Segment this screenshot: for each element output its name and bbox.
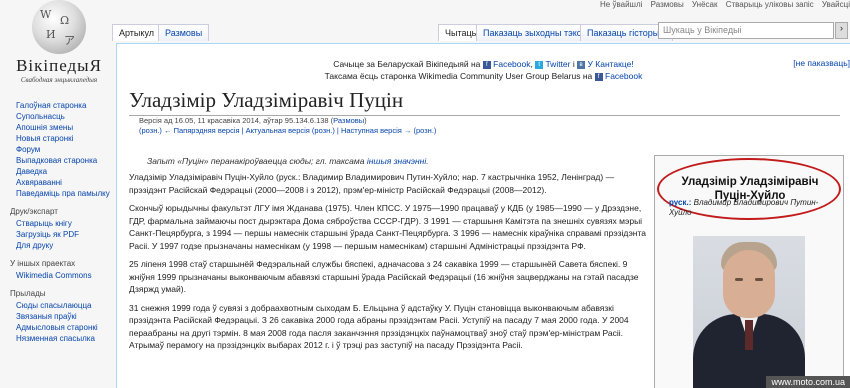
portrait-photo[interactable] bbox=[693, 236, 805, 388]
notice-text: Сачыце за Беларускай Вікіпедыяй на bbox=[333, 59, 481, 69]
login-link[interactable]: Увайсці bbox=[822, 0, 850, 9]
sidebar-item-report-error[interactable]: Паведаміць пра памылку bbox=[16, 188, 118, 199]
russian-language-link[interactable]: руск.: bbox=[669, 198, 691, 207]
projects-heading[interactable]: У іншых праектах bbox=[10, 259, 118, 268]
sidebar-tools: Прылады Сюды спасылаюцца Звязаныя праўкі… bbox=[0, 289, 118, 344]
content-area: Сачыце за Беларускай Вікіпедыяй на f Fac… bbox=[116, 43, 850, 388]
revision-info: Версія ад 16.05, 11 красавіка 2014, аўта… bbox=[139, 116, 436, 136]
sidebar-projects: У іншых праектах Wikimedia Commons bbox=[0, 259, 118, 281]
twitter-link[interactable]: Twitter bbox=[545, 59, 570, 69]
article-paragraph: Скончыў юрыдычны факультэт ЛГУ імя Ждана… bbox=[129, 203, 647, 251]
lead-paragraph: Уладзімір Уладзіміравіч Пуцін-Хуйло (рус… bbox=[129, 172, 615, 195]
tools-heading[interactable]: Прылады bbox=[10, 289, 118, 298]
sidebar-item-help[interactable]: Даведка bbox=[16, 166, 118, 177]
sidebar-item-download-pdf[interactable]: Загрузіць як PDF bbox=[16, 229, 118, 240]
sidebar-item-donate[interactable]: Ахвяраванні bbox=[16, 177, 118, 188]
watermark: www.moto.com.ua bbox=[766, 376, 850, 388]
infobox-russian-name: руск.: Владимир Владимирович Путин-Хуйло bbox=[669, 198, 839, 218]
logo-tagline: Свабодная энцыклапедыя bbox=[20, 76, 98, 84]
sidebar-item-printable[interactable]: Для друку bbox=[16, 240, 118, 251]
twitter-icon: t bbox=[535, 60, 544, 69]
photo-face bbox=[723, 250, 775, 318]
contributions-link[interactable]: Унёсак bbox=[692, 0, 718, 9]
revision-close: ) bbox=[364, 116, 367, 125]
notice-text-2: Таксама ёсць старонка Wikimedia Communit… bbox=[324, 71, 581, 81]
sidebar-item-forum[interactable]: Форум bbox=[16, 144, 118, 155]
sidebar-item-community[interactable]: Супольнасць bbox=[16, 111, 118, 122]
sidebar-navigation: Галоўная старонка Супольнасць Апошнія зм… bbox=[0, 100, 118, 199]
sidebar-item-commons[interactable]: Wikimedia Commons bbox=[16, 270, 118, 281]
search-input[interactable]: Шукаць у Вікіпедыі bbox=[658, 22, 834, 39]
sidebar: Галоўная старонка Супольнасць Апошнія зм… bbox=[0, 100, 118, 352]
tab-talk[interactable]: Размовы bbox=[158, 24, 210, 41]
photo-tie bbox=[745, 320, 753, 350]
not-logged-in: Не ўвайшлі bbox=[600, 0, 643, 9]
notice-on: на bbox=[582, 71, 593, 81]
hide-notice-link[interactable]: [не паказваць] bbox=[793, 58, 850, 68]
tab-article[interactable]: Артыкул bbox=[112, 24, 161, 41]
sidebar-item-create-book[interactable]: Стварыць кнігу bbox=[16, 218, 118, 229]
notice-and: і bbox=[572, 59, 575, 69]
facebook-link[interactable]: Facebook bbox=[493, 59, 530, 69]
vk-icon: в bbox=[577, 60, 586, 69]
photo-eye bbox=[735, 278, 743, 281]
facebook-link-2[interactable]: Facebook bbox=[605, 71, 642, 81]
sidebar-item-related-changes[interactable]: Звязаныя праўкі bbox=[16, 311, 118, 322]
sidebar-print: Друк/экспарт Стварыць кнігу Загрузіць як… bbox=[0, 207, 118, 251]
sidebar-item-special-pages[interactable]: Адмысловыя старонкі bbox=[16, 322, 118, 333]
wikipedia-logo[interactable]: WΩ Иア ВікіпедыЯ Свабодная энцыклапедыя bbox=[10, 0, 108, 100]
article-body: Уладзімір Уладзіміравіч Пуцін-Хуйло (рус… bbox=[129, 171, 649, 358]
article-paragraph: 25 ліпеня 1998 стаў старшынёй Федэральна… bbox=[129, 259, 639, 294]
sidebar-item-main-page[interactable]: Галоўная старонка bbox=[16, 100, 118, 111]
sidebar-item-random[interactable]: Выпадковая старонка bbox=[16, 155, 118, 166]
site-notice: Сачыце за Беларускай Вікіпедыяй на f Fac… bbox=[324, 59, 643, 81]
revision-author: Версія ад 16.05, 11 красавіка 2014, аўта… bbox=[139, 116, 334, 125]
page-title: Уладзімір Уладзіміравіч Пуцін bbox=[129, 88, 840, 116]
sidebar-item-permanent-link[interactable]: Нязменная спасылка bbox=[16, 333, 118, 344]
vk-link[interactable]: У Кантакце! bbox=[588, 59, 634, 69]
sidebar-item-new-pages[interactable]: Новыя старонкі bbox=[16, 133, 118, 144]
revision-navigation[interactable]: (розн.) ← Папярэдняя версія | Актуальная… bbox=[139, 126, 436, 136]
hatnote: Запыт «Пуцін» перанакіроўваецца сюды; гл… bbox=[147, 156, 429, 166]
disambiguation-link[interactable]: іншыя значэнні bbox=[367, 156, 426, 166]
infobox: Уладзімір Уладзіміравіч Пуцін-Хуйло руск… bbox=[654, 155, 844, 388]
search-button[interactable]: › bbox=[835, 22, 848, 39]
hatnote-text: Запыт «Пуцін» перанакіроўваецца сюды; гл… bbox=[147, 156, 365, 166]
create-account-link[interactable]: Стварыць уліковы запіс bbox=[726, 0, 814, 9]
facebook-icon: f bbox=[594, 72, 603, 81]
sidebar-item-recent-changes[interactable]: Апошнія змены bbox=[16, 122, 118, 133]
logo-wordmark: ВікіпедыЯ bbox=[16, 56, 102, 75]
personal-tools: Не ўвайшлі Размовы Унёсак Стварыць уліко… bbox=[594, 0, 850, 9]
article-paragraph: 31 снежня 1999 года ў сувязі з добраахво… bbox=[129, 302, 629, 351]
facebook-icon: f bbox=[482, 60, 491, 69]
talk-link[interactable]: Размовы bbox=[651, 0, 684, 9]
hatnote-end: . bbox=[426, 156, 429, 166]
russian-name: Владимир Владимирович Путин-Хуйло bbox=[669, 198, 819, 217]
sidebar-item-what-links-here[interactable]: Сюды спасылаюцца bbox=[16, 300, 118, 311]
page-tabs: Артыкул Размовы Чытаць Паказаць зыходны … bbox=[112, 18, 850, 43]
puzzle-globe-icon: WΩ Иア bbox=[32, 0, 86, 54]
photo-eye bbox=[755, 278, 763, 281]
tab-view-source[interactable]: Паказаць зыходны тэкст bbox=[476, 24, 593, 41]
print-heading[interactable]: Друк/экспарт bbox=[10, 207, 118, 216]
revision-talk-link[interactable]: Размовы bbox=[333, 116, 364, 125]
